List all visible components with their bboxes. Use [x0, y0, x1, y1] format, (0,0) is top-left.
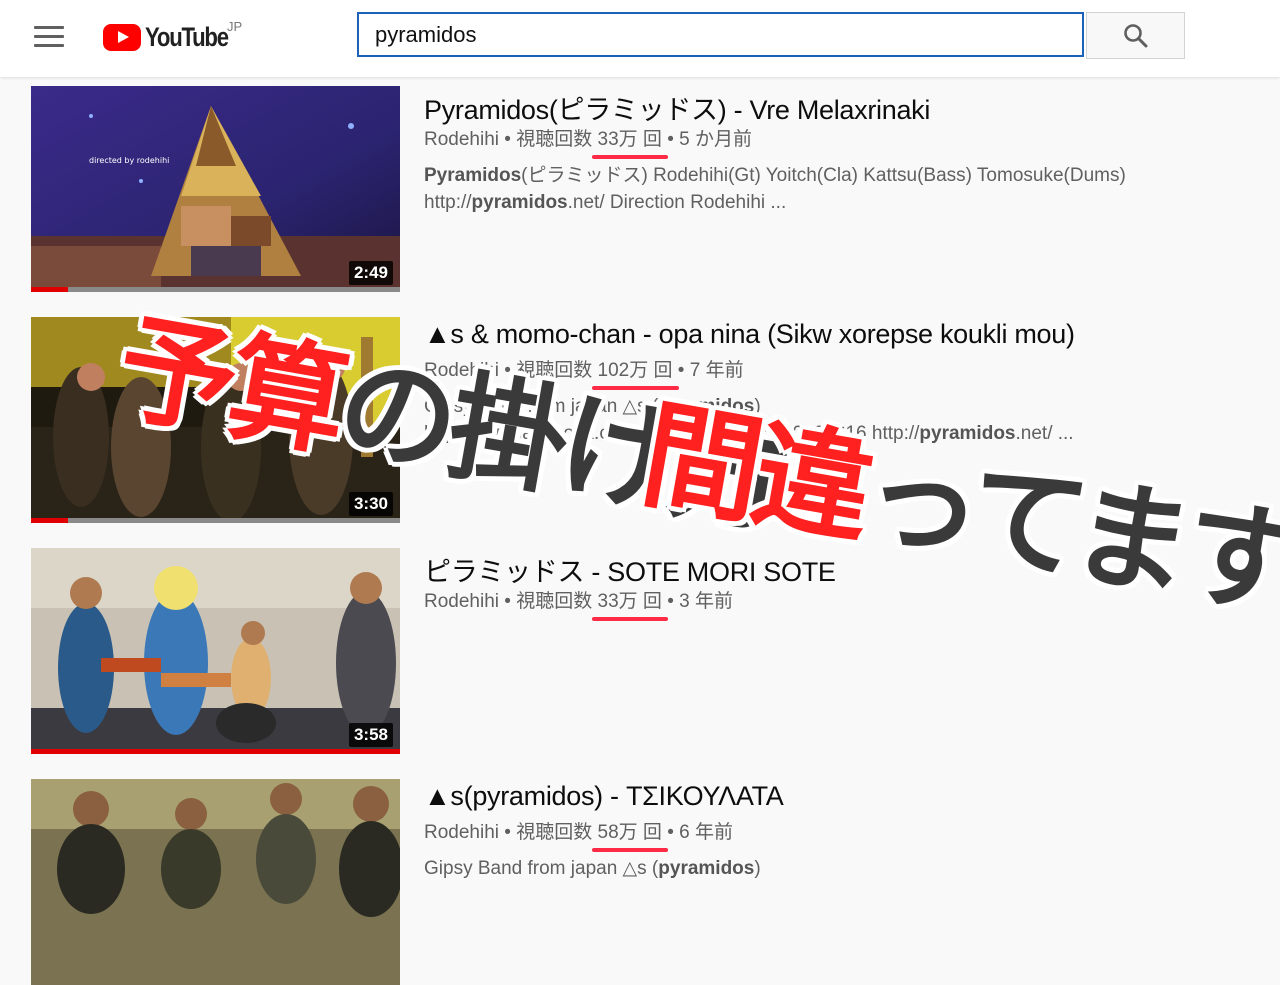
- desc-text: (ピラミッドス) Rodehihi(Gt) Yoitch(Cla) Kattsu…: [521, 165, 1126, 186]
- watch-progress-bar: [31, 518, 400, 523]
- desc-text: .net/ Direction Rodehihi ...: [567, 192, 787, 213]
- video-thumbnail[interactable]: [31, 779, 400, 985]
- desc-bold: pyramidos: [658, 396, 755, 417]
- masthead: YouTube JP pyramidos: [0, 0, 1280, 77]
- search-icon: [1124, 24, 1148, 48]
- video-meta: Rodehihi • 視聴回数 58万 回 • 6 年前: [424, 817, 734, 852]
- video-thumbnail[interactable]: 3:58: [31, 548, 400, 754]
- desc-text: .net/ ...: [1015, 423, 1074, 444]
- video-description: Pyramidos(ピラミッドス) Rodehihi(Gt) Yoitch(Cl…: [424, 162, 1224, 216]
- video-duration: 3:30: [348, 492, 393, 516]
- desc-bold: Pyramidos: [424, 165, 522, 186]
- views-prefix: 視聴回数: [516, 591, 593, 612]
- video-thumbnail[interactable]: 3:30: [31, 317, 400, 523]
- desc-text: http://: [424, 192, 472, 213]
- desc-text: ): [754, 396, 761, 417]
- video-title[interactable]: Pyramidos(ピラミッドス) - Vre Melaxrinaki: [424, 88, 930, 127]
- desc-text: http://www.facebook.com/pages/ /16601638…: [424, 423, 920, 444]
- video-title[interactable]: ▲s(pyramidos) - ΤΣΙΚΟΥΛΑΤΑ: [424, 781, 784, 812]
- upload-age: 3 年前: [679, 591, 734, 612]
- video-description: Gipsy Band from japan △s (pyramidos): [424, 855, 1224, 882]
- view-count: 33万 回: [591, 586, 669, 621]
- video-description: Gipsy Band from japan △s (pyramidos) htt…: [424, 393, 1224, 447]
- desc-text: ): [754, 858, 761, 879]
- search-button[interactable]: [1086, 12, 1185, 59]
- video-result[interactable]: ▲s(pyramidos) - ΤΣΙΚΟΥΛΑΤΑ Rodehihi • 視聴…: [31, 779, 1251, 985]
- video-title[interactable]: ▲s & momo-chan - opa nina (Sikw xorepse …: [424, 319, 1075, 350]
- desc-bold: pyramidos: [471, 192, 568, 213]
- thumbnail-image: directed by rodehihi: [31, 86, 400, 292]
- video-duration: 2:49: [348, 261, 393, 285]
- watch-progress-bar: [31, 749, 400, 754]
- desc-text: Gipsy Band from japan △s (: [424, 858, 659, 879]
- desc-text: Gipsy Band from japan △s (: [424, 396, 659, 417]
- video-title[interactable]: ピラミッドス - SOTE MORI SOTE: [424, 550, 836, 589]
- upload-age: 5 か月前: [679, 129, 753, 150]
- thumbnail-image: [31, 317, 400, 523]
- upload-age: 6 年前: [679, 822, 734, 843]
- views-prefix: 視聴回数: [516, 129, 593, 150]
- view-count: 102万 回: [591, 355, 679, 390]
- channel-name[interactable]: Rodehihi: [424, 129, 499, 150]
- views-prefix: 視聴回数: [516, 822, 593, 843]
- youtube-play-icon: [103, 24, 141, 51]
- view-count: 58万 回: [591, 817, 669, 852]
- video-meta: Rodehihi • 視聴回数 102万 回 • 7 年前: [424, 355, 744, 390]
- thumbnail-image: [31, 548, 400, 754]
- desc-bold: pyramidos: [919, 423, 1016, 444]
- channel-name[interactable]: Rodehihi: [424, 360, 499, 381]
- video-duration: 3:58: [348, 723, 393, 747]
- view-count: 33万 回: [591, 124, 669, 159]
- channel-name[interactable]: Rodehihi: [424, 591, 499, 612]
- search-input[interactable]: pyramidos: [357, 12, 1084, 57]
- video-result[interactable]: 3:30 ▲s & momo-chan - opa nina (Sikw xor…: [31, 317, 1251, 523]
- views-prefix: 視聴回数: [516, 360, 593, 381]
- logo-region: JP: [227, 19, 243, 34]
- video-meta: Rodehihi • 視聴回数 33万 回 • 5 か月前: [424, 124, 753, 159]
- watch-progress-fill: [31, 287, 68, 292]
- desc-bold: pyramidos: [658, 858, 755, 879]
- thumbnail-image: [31, 779, 400, 985]
- channel-name[interactable]: Rodehihi: [424, 822, 499, 843]
- watch-progress-fill: [31, 518, 68, 523]
- watch-progress-bar: [31, 287, 400, 292]
- video-thumbnail[interactable]: directed by rodehihi 2:49: [31, 86, 400, 292]
- thumbnail-caption: directed by rodehihi: [89, 156, 169, 165]
- logo-text: YouTube: [145, 22, 229, 52]
- hamburger-menu-icon[interactable]: [34, 26, 64, 48]
- video-result[interactable]: directed by rodehihi 2:49 Pyramidos(ピラミッ…: [31, 86, 1251, 292]
- upload-age: 7 年前: [689, 360, 744, 381]
- video-result[interactable]: 3:58 ピラミッドス - SOTE MORI SOTE Rodehihi • …: [31, 548, 1251, 754]
- video-meta: Rodehihi • 視聴回数 33万 回 • 3 年前: [424, 586, 734, 621]
- watch-progress-fill: [31, 749, 400, 754]
